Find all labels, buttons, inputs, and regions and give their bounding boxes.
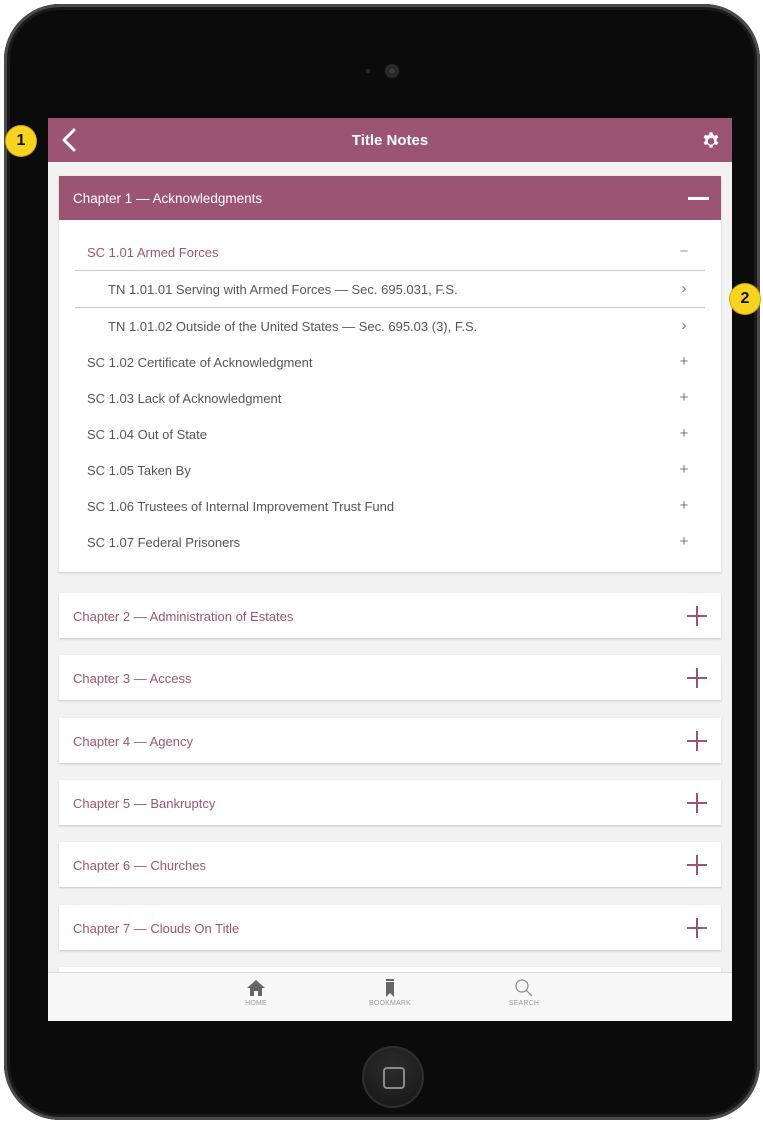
home-icon [247,980,265,996]
subchapter-row[interactable]: SC 1.04 Out of State + [59,416,721,452]
subchapter-row[interactable]: SC 1.05 Taken By + [59,452,721,488]
expand-plus-icon[interactable] [687,918,707,938]
tab-home[interactable]: HOME [216,978,296,1018]
chapter-title: Chapter 6 — Churches [73,858,206,873]
subchapter-label: SC 1.05 Taken By [87,463,191,478]
title-note-label: TN 1.01.01 Serving with Armed Forces — S… [108,282,458,297]
chevron-right-icon[interactable]: › [677,312,691,340]
title-note-row[interactable]: TN 1.01.01 Serving with Armed Forces — S… [59,271,721,307]
bookmark-icon [386,979,394,997]
expand-plus-icon[interactable] [687,606,707,626]
chapter-header-expanded[interactable]: Chapter 1 — Acknowledgments [59,176,721,220]
search-icon [515,979,533,997]
chapter-row[interactable]: Chapter 6 — Churches [59,842,721,887]
nav-bar: Title Notes [48,118,732,162]
tab-label: SEARCH [508,1000,540,1007]
chapter-title: Chapter 7 — Clouds On Title [73,921,240,936]
expand-plus-icon[interactable] [687,668,707,688]
subchapter-label: SC 1.01 Armed Forces [87,245,219,260]
plus-icon[interactable]: + [677,420,691,448]
callout-badge-1: 1 [6,126,36,156]
proximity-sensor [366,69,370,73]
plus-icon[interactable]: + [677,384,691,412]
tab-bar: HOME BOOKMARK SEARCH [48,972,732,1021]
chapter-title: Chapter 1 — Acknowledgments [73,191,263,206]
title-note-label: TN 1.01.02 Outside of the United States … [108,319,478,334]
chapter-row[interactable]: Chapter 7 — Clouds On Title [59,905,721,950]
tab-label: BOOKMARK [368,1000,412,1007]
page-title: Title Notes [351,132,429,149]
subchapter-row[interactable]: SC 1.03 Lack of Acknowledgment + [59,380,721,416]
plus-icon[interactable]: + [677,528,691,556]
chapter-title: Chapter 2 — Administration of Estates [73,609,294,624]
subchapter-row[interactable]: SC 1.06 Trustees of Internal Improvement… [59,488,721,524]
expand-plus-icon[interactable] [687,731,707,751]
title-note-row[interactable]: TN 1.01.02 Outside of the United States … [59,308,721,344]
home-hardware-button[interactable] [362,1046,424,1108]
chapter-title: Chapter 5 — Bankruptcy [73,796,216,811]
camera-icon [385,64,399,78]
subchapter-label: SC 1.03 Lack of Acknowledgment [87,391,282,406]
gear-icon[interactable] [700,129,722,151]
plus-icon[interactable]: + [677,348,691,376]
subchapter-label: SC 1.06 Trustees of Internal Improvement… [87,499,395,514]
chapter-list: Chapter 1 — Acknowledgments SC 1.01 Arme… [48,162,732,973]
minus-icon[interactable]: − [677,238,691,266]
chevron-right-icon[interactable]: › [677,275,691,303]
subchapter-row[interactable]: SC 1.02 Certificate of Acknowledgment + [59,344,721,380]
chapter-card-expanded: Chapter 1 — Acknowledgments SC 1.01 Arme… [59,176,721,572]
subchapter-label: SC 1.02 Certificate of Acknowledgment [87,355,313,370]
subchapter-label: SC 1.07 Federal Prisoners [87,535,241,550]
tab-label: HOME [245,1000,267,1007]
chapter-title: Chapter 3 — Access [73,671,192,686]
chapter-row[interactable]: Chapter 2 — Administration of Estates [59,593,721,638]
callout-badge-2: 2 [730,284,760,314]
subchapter-label: SC 1.04 Out of State [87,427,207,442]
chapter-row[interactable]: Chapter 4 — Agency [59,718,721,763]
collapse-icon[interactable] [688,197,709,200]
tab-bookmark[interactable]: BOOKMARK [350,978,430,1018]
subchapter-row-expanded[interactable]: SC 1.01 Armed Forces − [59,234,721,270]
chapter-row[interactable]: Chapter 3 — Access [59,655,721,700]
chapter-title: Chapter 4 — Agency [73,734,193,749]
app-screen: Title Notes Chapter 1 — Acknowledgments … [48,118,732,1021]
subchapter-row[interactable]: SC 1.07 Federal Prisoners + [59,524,721,560]
home-button-square-icon [383,1067,405,1089]
expand-plus-icon[interactable] [687,793,707,813]
chapter-row[interactable]: Chapter 5 — Bankruptcy [59,780,721,825]
plus-icon[interactable]: + [677,456,691,484]
expand-plus-icon[interactable] [687,855,707,875]
plus-icon[interactable]: + [677,492,691,520]
tab-search[interactable]: SEARCH [484,978,564,1018]
